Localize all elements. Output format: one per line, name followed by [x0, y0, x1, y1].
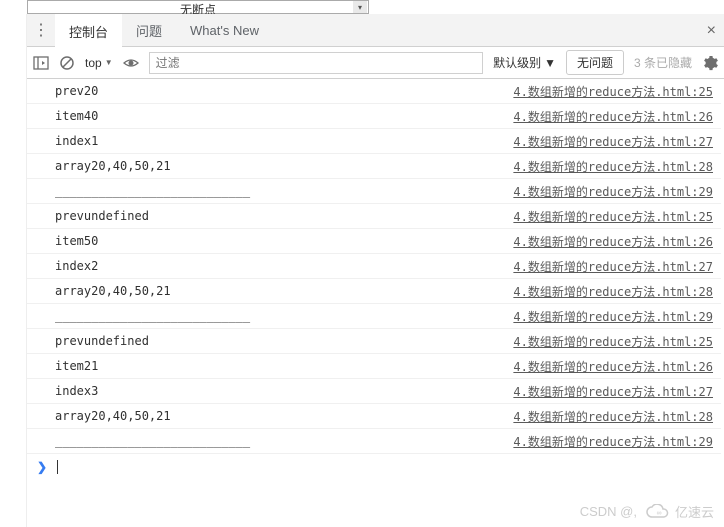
log-row: item21 4.数组新增的reduce方法.html:26 [27, 354, 721, 379]
source-link[interactable]: 4.数组新增的reduce方法.html:28 [513, 160, 713, 174]
source-link[interactable]: 4.数组新增的reduce方法.html:25 [513, 85, 713, 99]
source-link[interactable]: 4.数组新增的reduce方法.html:26 [513, 235, 713, 249]
source-link[interactable]: 4.数组新增的reduce方法.html:25 [513, 210, 713, 224]
log-message: index1 [55, 134, 98, 148]
log-message: ___________________________ [55, 434, 250, 448]
log-message: prevundefined [55, 209, 149, 223]
filter-input[interactable] [149, 52, 483, 74]
log-row: prev20 4.数组新增的reduce方法.html:25 [27, 79, 721, 104]
no-issues-button[interactable]: 无问题 [566, 50, 624, 75]
log-message: prev20 [55, 84, 98, 98]
log-message: index2 [55, 259, 98, 273]
log-source: 4.数组新增的reduce方法.html:26 [513, 108, 713, 125]
log-message: item21 [55, 359, 98, 373]
log-source: 4.数组新增的reduce方法.html:26 [513, 358, 713, 375]
source-link[interactable]: 4.数组新增的reduce方法.html:29 [513, 435, 713, 449]
log-source: 4.数组新增的reduce方法.html:27 [513, 258, 713, 275]
source-link[interactable]: 4.数组新增的reduce方法.html:25 [513, 335, 713, 349]
log-row: array20,40,50,21 4.数组新增的reduce方法.html:28 [27, 404, 721, 429]
log-source: 4.数组新增的reduce方法.html:29 [513, 308, 713, 325]
log-row: index3 4.数组新增的reduce方法.html:27 [27, 379, 721, 404]
svg-text:∞: ∞ [656, 510, 661, 517]
log-source: 4.数组新增的reduce方法.html:25 [513, 83, 713, 100]
log-source: 4.数组新增的reduce方法.html:28 [513, 158, 713, 175]
log-source: 4.数组新增的reduce方法.html:28 [513, 283, 713, 300]
csdn-watermark: CSDN @, [580, 504, 637, 519]
log-message: item40 [55, 109, 98, 123]
log-row: index2 4.数组新增的reduce方法.html:27 [27, 254, 721, 279]
log-row: prevundefined 4.数组新增的reduce方法.html:25 [27, 329, 721, 354]
source-link[interactable]: 4.数组新增的reduce方法.html:26 [513, 360, 713, 374]
log-message: item50 [55, 234, 98, 248]
log-row: array20,40,50,21 4.数组新增的reduce方法.html:28 [27, 279, 721, 304]
log-source: 4.数组新增的reduce方法.html:28 [513, 408, 713, 425]
close-icon[interactable]: × [707, 22, 716, 40]
watermark: CSDN @, ∞ 亿速云 [580, 502, 714, 521]
log-row: ___________________________ 4.数组新增的reduce… [27, 179, 721, 204]
brand-watermark: ∞ 亿速云 [645, 502, 714, 521]
console-output: prev20 4.数组新增的reduce方法.html:25 item40 4.数组新… [27, 79, 721, 487]
log-level-selector[interactable]: 默认级别 ▼ [493, 54, 556, 71]
source-link[interactable]: 4.数组新增的reduce方法.html:27 [513, 260, 713, 274]
source-link[interactable]: 4.数组新增的reduce方法.html:28 [513, 285, 713, 299]
hidden-count-label: 3 条已隐藏 [634, 54, 692, 71]
source-link[interactable]: 4.数组新增的reduce方法.html:27 [513, 385, 713, 399]
prompt-arrow-icon: ❯ [37, 460, 47, 474]
tab-issues[interactable]: 问题 [122, 14, 176, 46]
context-selector[interactable]: top ▼ [85, 56, 113, 70]
source-link[interactable]: 4.数组新增的reduce方法.html:29 [513, 310, 713, 324]
source-link[interactable]: 4.数组新增的reduce方法.html:29 [513, 185, 713, 199]
source-link[interactable]: 4.数组新增的reduce方法.html:26 [513, 110, 713, 124]
log-message: array20,40,50,21 [55, 284, 171, 298]
devtools-tabs: ⋮ 控制台 问题 What's New [27, 14, 724, 47]
log-row: item40 4.数组新增的reduce方法.html:26 [27, 104, 721, 129]
log-row: array20,40,50,21 4.数组新增的reduce方法.html:28 [27, 154, 721, 179]
breakpoint-dropdown[interactable]: 无断点 ▾ [27, 0, 369, 14]
log-message: ___________________________ [55, 309, 250, 323]
log-message: ___________________________ [55, 184, 250, 198]
more-menu-icon[interactable]: ⋮ [27, 14, 55, 46]
log-row: ___________________________ 4.数组新增的reduce… [27, 429, 721, 454]
log-source: 4.数组新增的reduce方法.html:27 [513, 383, 713, 400]
clear-console-icon[interactable] [59, 55, 75, 71]
live-expression-icon[interactable] [123, 55, 139, 71]
log-source: 4.数组新增的reduce方法.html:25 [513, 333, 713, 350]
tab-console[interactable]: 控制台 [55, 14, 122, 46]
log-message: index3 [55, 384, 98, 398]
source-link[interactable]: 4.数组新增的reduce方法.html:27 [513, 135, 713, 149]
log-message: prevundefined [55, 334, 149, 348]
chevron-down-icon: ▼ [105, 58, 113, 67]
log-row: ___________________________ 4.数组新增的reduce… [27, 304, 721, 329]
dropdown-arrow-icon: ▾ [353, 1, 367, 13]
console-prompt[interactable]: ❯ [27, 454, 721, 480]
console-toolbar: top ▼ 默认级别 ▼ 无问题 3 条已隐藏 [27, 47, 724, 79]
chevron-down-icon: ▼ [544, 56, 556, 70]
log-source: 4.数组新增的reduce方法.html:25 [513, 208, 713, 225]
gear-icon[interactable] [702, 55, 718, 71]
log-source: 4.数组新增的reduce方法.html:29 [513, 433, 713, 450]
source-link[interactable]: 4.数组新增的reduce方法.html:28 [513, 410, 713, 424]
tab-whatsnew[interactable]: What's New [176, 14, 273, 46]
log-row: prevundefined 4.数组新增的reduce方法.html:25 [27, 204, 721, 229]
log-message: array20,40,50,21 [55, 159, 171, 173]
log-source: 4.数组新增的reduce方法.html:27 [513, 133, 713, 150]
log-message: array20,40,50,21 [55, 409, 171, 423]
left-gutter [0, 14, 27, 527]
log-source: 4.数组新增的reduce方法.html:26 [513, 233, 713, 250]
log-source: 4.数组新增的reduce方法.html:29 [513, 183, 713, 200]
console-input[interactable] [58, 460, 713, 474]
sidebar-toggle-icon[interactable] [33, 55, 49, 71]
log-row: index1 4.数组新增的reduce方法.html:27 [27, 129, 721, 154]
log-row: item50 4.数组新增的reduce方法.html:26 [27, 229, 721, 254]
